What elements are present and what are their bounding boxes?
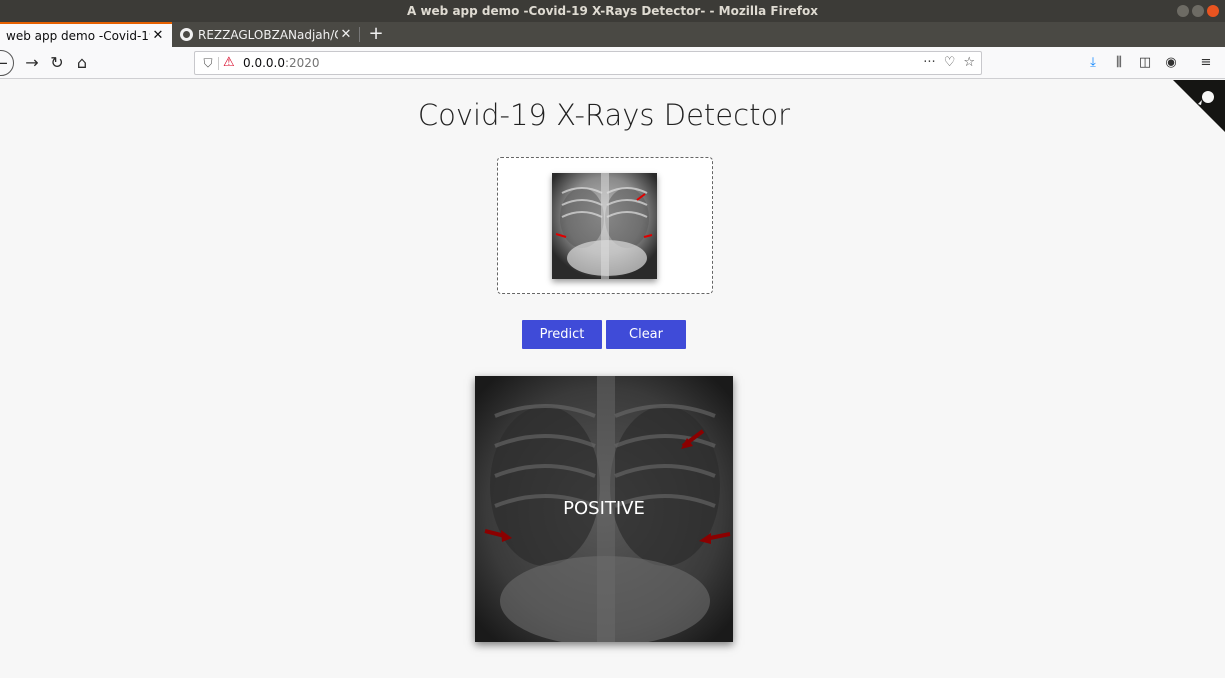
result-image: POSITIVE — [475, 376, 733, 642]
url-host: 0.0.0.0 — [243, 56, 285, 70]
tab-label: REZZAGLOBZANadjah/C — [198, 27, 338, 42]
prediction-result-label: POSITIVE — [563, 498, 645, 519]
pocket-icon[interactable]: ♡ — [944, 52, 956, 74]
new-tab-button[interactable]: + — [366, 22, 386, 47]
bookmark-star-icon[interactable]: ☆ — [963, 52, 975, 74]
maximize-button[interactable] — [1192, 5, 1204, 17]
url-text: 0.0.0.0:2020 — [243, 52, 320, 74]
tab-label: web app demo -Covid-19 X — [6, 28, 150, 43]
forward-arrow-icon[interactable]: → — [20, 51, 44, 75]
tracking-shield-icon[interactable]: ⛉ — [201, 52, 215, 74]
tab-separator — [359, 27, 360, 42]
page-content: Covid-19 X-Rays Detector Predict Clear P… — [0, 80, 1225, 678]
tab-github-repo[interactable]: REZZAGLOBZANadjah/C ✕ — [174, 22, 360, 47]
sidebar-icon[interactable]: ◫ — [1134, 51, 1156, 75]
window-title: A web app demo -Covid-19 X-Rays Detector… — [406, 4, 818, 18]
window-titlebar: A web app demo -Covid-19 X-Rays Detector… — [0, 0, 1225, 22]
github-icon — [180, 28, 193, 41]
download-icon[interactable]: ⤓ — [1082, 51, 1104, 75]
tab-webapp-demo[interactable]: web app demo -Covid-19 X ✕ — [0, 22, 172, 47]
clear-button[interactable]: Clear — [606, 320, 686, 349]
insecure-connection-icon[interactable]: ⚠ — [223, 52, 237, 74]
close-tab-icon[interactable]: ✕ — [150, 28, 166, 43]
home-icon[interactable]: ⌂ — [70, 51, 94, 75]
back-arrow-icon[interactable]: ← — [0, 50, 14, 76]
tab-strip: web app demo -Covid-19 X ✕ REZZAGLOBZANa… — [0, 22, 1225, 47]
navigation-toolbar: ← → ↻ ⌂ ⛉ ⚠ 0.0.0.0:2020 ··· ♡ ☆ ⤓ ⫼ ◫ ◉… — [0, 47, 1225, 79]
xray-thumbnail — [552, 173, 657, 279]
url-bar[interactable]: ⛉ ⚠ 0.0.0.0:2020 ··· ♡ ☆ — [194, 51, 982, 75]
url-port: :2020 — [284, 56, 320, 70]
window-controls — [1177, 5, 1219, 17]
url-separator — [218, 57, 219, 70]
close-tab-icon[interactable]: ✕ — [338, 27, 354, 42]
page-title: Covid-19 X-Rays Detector — [417, 98, 791, 132]
minimize-button[interactable] — [1177, 5, 1189, 17]
reload-icon[interactable]: ↻ — [45, 51, 69, 75]
menu-icon[interactable]: ≡ — [1195, 51, 1217, 75]
library-icon[interactable]: ⫼ — [1108, 51, 1130, 75]
page-actions-icon[interactable]: ··· — [923, 52, 935, 74]
url-actions: ··· ♡ ☆ — [923, 52, 975, 74]
image-dropzone[interactable] — [497, 157, 713, 294]
predict-button[interactable]: Predict — [522, 320, 602, 349]
close-window-button[interactable] — [1207, 5, 1219, 17]
account-icon[interactable]: ◉ — [1160, 51, 1182, 75]
xray-thumbnail-image — [552, 173, 657, 279]
